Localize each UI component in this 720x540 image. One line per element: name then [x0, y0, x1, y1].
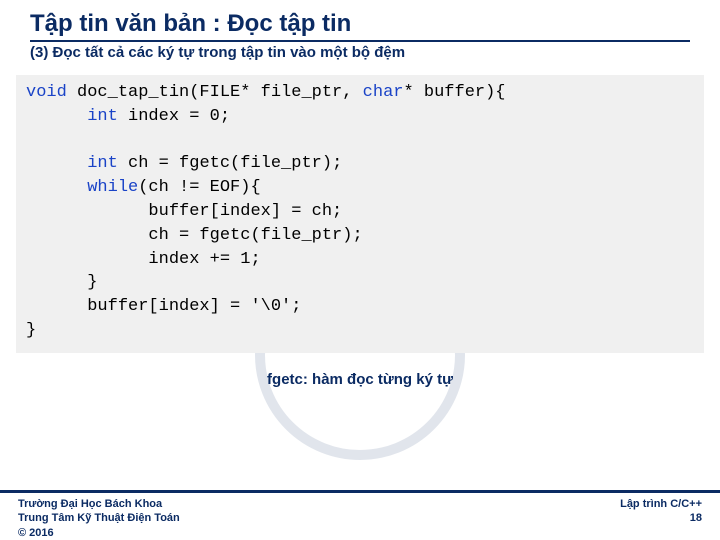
code-l6: buffer[index] = ch; — [148, 202, 342, 221]
code-l10: buffer[index] = '\0'; — [87, 297, 301, 316]
keyword-int1: int — [87, 107, 118, 126]
slide-subtitle: (3) Đọc tất cả các ký tự trong tập tin v… — [30, 44, 690, 61]
slide-content: Tập tin văn bản : Đọc tập tin (3) Đọc tấ… — [0, 0, 720, 388]
keyword-int2: int — [87, 154, 118, 173]
code-l9: } — [87, 273, 97, 292]
footer-org1: Trường Đại Học Bách Khoa — [18, 497, 180, 511]
code-l11: } — [26, 321, 36, 340]
footer-copyright: © 2016 — [18, 526, 180, 540]
footer-page: 18 — [620, 511, 702, 525]
keyword-char: char — [363, 83, 404, 102]
code-block: void doc_tap_tin(FILE* file_ptr, char* b… — [16, 75, 704, 353]
slide-title: Tập tin văn bản : Đọc tập tin — [30, 10, 690, 42]
keyword-void: void — [26, 83, 67, 102]
footer-course: Lập trình C/C++ — [620, 497, 702, 511]
keyword-while: while — [87, 178, 138, 197]
code-l4: ch = fgetc(file_ptr); — [118, 154, 342, 173]
code-l7: ch = fgetc(file_ptr); — [148, 226, 362, 245]
code-l5: (ch != EOF){ — [138, 178, 260, 197]
code-l8: index += 1; — [148, 250, 260, 269]
code-l2: index = 0; — [118, 107, 230, 126]
footer-left: Trường Đại Học Bách Khoa Trung Tâm Kỹ Th… — [18, 497, 180, 540]
note-text: fgetc: hàm đọc từng ký tự — [30, 371, 690, 388]
code-sig2: * buffer){ — [403, 83, 505, 102]
footer-right: Lập trình C/C++ 18 — [620, 497, 702, 526]
footer-org2: Trung Tâm Kỹ Thuật Điện Toán — [18, 511, 180, 525]
slide-footer: Trường Đại Học Bách Khoa Trung Tâm Kỹ Th… — [0, 490, 720, 540]
code-sig1: doc_tap_tin(FILE* file_ptr, — [67, 83, 363, 102]
